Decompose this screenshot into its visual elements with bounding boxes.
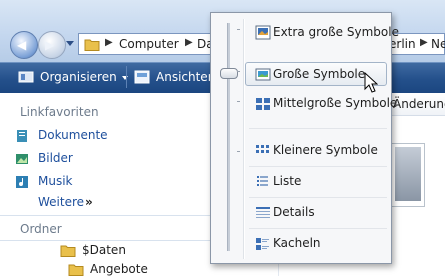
documents-icon [17, 130, 27, 142]
forward-arrow-icon: ▶ [45, 38, 55, 52]
column-header-modified[interactable]: Änderung [393, 97, 445, 111]
toolbar-divider [126, 66, 127, 88]
menu-item-medium-icons[interactable]: Mittelgroße Symbole [249, 92, 397, 116]
favorites-heading: Linkfavoriten [20, 105, 99, 119]
folder-icon [84, 39, 100, 51]
menu-separator [249, 228, 387, 229]
menu-separator [249, 128, 387, 129]
favorite-label: Dokumente [38, 128, 108, 142]
more-label: Weitere [38, 195, 85, 209]
medium-icons-icon [256, 98, 270, 110]
organize-button[interactable]: Organisieren [40, 70, 128, 84]
menu-item-tiles[interactable]: Kacheln [249, 232, 387, 256]
menu-divider [243, 19, 245, 259]
breadcrumb-separator[interactable]: ▶ [105, 37, 113, 48]
organize-label: Organisieren [40, 70, 117, 84]
breadcrumb-next[interactable]: Ne [431, 37, 445, 51]
menu-item-label: Details [273, 205, 315, 219]
mouse-cursor-icon [364, 72, 378, 93]
menu-item-small-icons[interactable]: Kleinere Symbole [249, 139, 387, 163]
back-button[interactable]: ◀ [10, 31, 38, 59]
view-slider-track[interactable] [227, 23, 230, 251]
menu-item-label: Kleinere Symbole [273, 143, 378, 157]
menu-separator [249, 166, 387, 167]
slider-tick [237, 101, 240, 102]
favorite-label: Musik [38, 174, 73, 188]
history-dropdown-icon[interactable] [66, 41, 74, 46]
tiles-icon [256, 238, 269, 250]
breadcrumb-separator[interactable]: ▶ [185, 37, 193, 48]
thumbnail-image [395, 147, 421, 201]
folder-icon [60, 245, 76, 257]
breadcrumb-separator[interactable]: ▶ [420, 37, 428, 48]
view-menu: Extra große Symbole Große Symbole Mittel… [210, 12, 399, 264]
menu-item-label: Kacheln [273, 236, 321, 250]
menu-item-label: Mittelgroße Symbole [273, 96, 398, 110]
back-arrow-icon: ◀ [17, 38, 27, 52]
small-icons-icon [256, 145, 269, 153]
menu-item-extra-large-icons[interactable]: Extra große Symbole [249, 21, 399, 45]
file-thumbnail[interactable] [391, 143, 425, 207]
tree-item-label: $Daten [82, 243, 126, 257]
forward-button[interactable]: ▶ [38, 31, 66, 59]
list-icon [257, 176, 268, 186]
music-icon [16, 176, 28, 188]
pictures-icon [16, 154, 28, 164]
breadcrumb-computer[interactable]: Computer [119, 37, 179, 51]
breadcrumb-berlin[interactable]: erlin [389, 37, 416, 51]
extra-large-icons-icon [255, 25, 271, 40]
slider-tick [237, 29, 240, 30]
views-button[interactable]: Ansichten [156, 70, 215, 84]
menu-item-details[interactable]: Details [249, 201, 387, 225]
menu-item-label: Liste [273, 174, 302, 188]
folder-icon [68, 264, 84, 276]
view-slider-thumb[interactable] [220, 68, 238, 79]
menu-item-label: Große Symbole [273, 67, 366, 81]
organize-icon [18, 71, 34, 83]
menu-item-list[interactable]: Liste [249, 170, 387, 194]
menu-separator [249, 197, 387, 198]
large-icons-icon [255, 68, 271, 81]
folders-heading: Ordner [20, 222, 62, 236]
double-chevron-icon: » [85, 195, 93, 209]
views-icon [134, 70, 150, 84]
slider-tick [237, 151, 240, 152]
menu-item-label: Extra große Symbole [273, 25, 399, 39]
tree-item-label: Angebote [90, 262, 148, 276]
slider-tick [237, 71, 240, 72]
details-icon [256, 207, 270, 218]
favorite-label: Bilder [38, 151, 73, 165]
